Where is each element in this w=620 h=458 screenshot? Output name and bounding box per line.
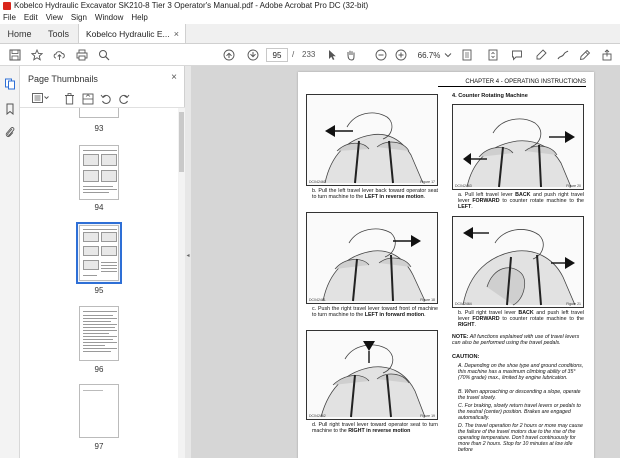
delete-trash-icon[interactable]: [64, 93, 76, 105]
page-separator: /: [292, 50, 295, 59]
print-icon[interactable]: [75, 48, 89, 62]
tab-document-label: Kobelco Hydraulic E...: [86, 28, 170, 39]
figure-21: DC042464 Figure 21: [452, 216, 584, 308]
share-icon[interactable]: [600, 48, 614, 62]
figure-number: Figure 20: [566, 184, 581, 188]
extract-pages-icon[interactable]: [82, 93, 94, 105]
document-viewer[interactable]: CHAPTER 4 - OPERATING INSTRUCTIONS DC042…: [191, 66, 620, 458]
caption-a-counter-rotate: a. Pull left travel lever BACK and push …: [458, 192, 584, 211]
search-icon[interactable]: [97, 48, 111, 62]
save-icon[interactable]: [8, 48, 22, 62]
rotate-clockwise-icon[interactable]: [118, 93, 130, 105]
page-thumbnails-panel: Page Thumbnails × 93 94 95 96 97: [20, 66, 185, 458]
menu-window[interactable]: Window: [95, 13, 123, 22]
thumbnail-label: 94: [94, 203, 104, 212]
window-title: Kobelco Hydraulic Excavator SK210-8 Tier…: [14, 1, 369, 10]
tab-bar: Home Tools Kobelco Hydraulic E... ×: [0, 24, 620, 44]
caption-b: b. Pull the left travel lever back towar…: [312, 188, 438, 201]
sign-icon[interactable]: [578, 48, 592, 62]
chevron-down-icon[interactable]: [444, 48, 452, 62]
figure-code: DC042460: [309, 180, 326, 184]
scroll-mode-icon[interactable]: [486, 48, 500, 62]
caption-c: c. Push the right travel lever toward fr…: [312, 306, 438, 319]
thumbnail-list: 93 94 95 96 97: [20, 108, 178, 458]
thumbnail-options-icon[interactable]: [32, 93, 50, 105]
total-pages: 233: [302, 50, 316, 59]
thumbnail-page-95[interactable]: [79, 225, 119, 281]
panel-title: Page Thumbnails: [28, 74, 98, 84]
caution-item: C. For braking, slowly return travel lev…: [458, 403, 581, 421]
draw-icon[interactable]: [556, 48, 570, 62]
figure-20: DC042463 Figure 20: [452, 104, 584, 190]
caution-item: D. The travel operation for 2 hours or m…: [458, 423, 583, 453]
menu-sign[interactable]: Sign: [71, 13, 87, 22]
attachment-paperclip-icon[interactable]: [4, 126, 16, 138]
bookmark-star-icon[interactable]: [30, 48, 44, 62]
page-number-input[interactable]: 95: [266, 48, 288, 62]
navigation-strip: [0, 66, 20, 458]
thumbnail-label: 96: [94, 365, 104, 374]
caption-b-counter-rotate: b. Pull right travel lever BACK and push…: [458, 310, 584, 329]
comment-icon[interactable]: [510, 48, 524, 62]
thumbnail-label: 93: [94, 124, 104, 133]
tab-document[interactable]: Kobelco Hydraulic E... ×: [78, 24, 186, 43]
chapter-header: CHAPTER 4 - OPERATING INSTRUCTIONS: [438, 79, 586, 87]
figure-code: DC042463: [455, 184, 472, 188]
acrobat-icon: [3, 1, 11, 10]
zoom-out-icon[interactable]: [374, 48, 388, 62]
figure-18: DC042461 Figure 18: [306, 212, 438, 304]
rotate-counterclockwise-icon[interactable]: [100, 93, 112, 105]
select-cursor-icon[interactable]: [326, 48, 338, 62]
close-tab-icon[interactable]: ×: [174, 29, 179, 39]
pdf-page: CHAPTER 4 - OPERATING INSTRUCTIONS DC042…: [298, 72, 594, 458]
figure-19: DC042462 Figure 19: [306, 330, 438, 420]
bookmarks-icon[interactable]: [4, 103, 16, 116]
zoom-level-select[interactable]: 66.7%: [414, 48, 444, 62]
menu-help[interactable]: Help: [131, 13, 147, 22]
note-paragraph: NOTE: All functions explained with use o…: [452, 334, 580, 347]
title-bar: Kobelco Hydraulic Excavator SK210-8 Tier…: [0, 0, 620, 11]
highlight-pen-icon[interactable]: [534, 48, 548, 62]
thumbnail-scrollbar[interactable]: [178, 108, 185, 458]
hand-tool-icon[interactable]: [344, 48, 358, 62]
toolbar: 95 / 233 66.7%: [0, 44, 620, 66]
panel-toolbar: [20, 88, 185, 108]
menu-bar: File Edit View Sign Window Help: [0, 11, 620, 24]
thumbnail-label: 95: [94, 286, 104, 295]
menu-file[interactable]: File: [3, 13, 16, 22]
figure-code: DC042464: [455, 302, 472, 306]
figure-code: DC042461: [309, 298, 326, 302]
thumbnail-label: 97: [94, 442, 104, 451]
thumbnail-page-94[interactable]: [79, 145, 119, 200]
section-heading: 4. Counter Rotating Machine: [452, 93, 528, 99]
figure-17: DC042460 Figure 17: [306, 94, 438, 186]
figure-number: Figure 18: [420, 298, 435, 302]
figure-code: DC042462: [309, 414, 326, 418]
caption-d: d. Pull right travel lever toward operat…: [312, 422, 438, 435]
previous-page-icon[interactable]: [222, 48, 236, 62]
caution-item: A. Depending on the shoe type and ground…: [458, 363, 584, 381]
menu-view[interactable]: View: [46, 13, 63, 22]
page-thumbnails-icon[interactable]: [4, 78, 16, 90]
figure-number: Figure 21: [566, 302, 581, 306]
figure-number: Figure 19: [420, 414, 435, 418]
tab-home[interactable]: Home: [0, 24, 39, 43]
fit-page-icon[interactable]: [460, 48, 474, 62]
thumbnail-page-96[interactable]: [79, 306, 119, 361]
upload-cloud-icon[interactable]: [52, 48, 66, 62]
zoom-in-icon[interactable]: [394, 48, 408, 62]
next-page-icon[interactable]: [246, 48, 260, 62]
thumbnail-page-97[interactable]: [79, 384, 119, 438]
menu-edit[interactable]: Edit: [24, 13, 38, 22]
thumbnail-page-93[interactable]: [79, 108, 119, 118]
tab-tools[interactable]: Tools: [39, 24, 78, 43]
caution-item: B. When approaching or descending a slop…: [458, 389, 581, 401]
close-panel-icon[interactable]: ×: [171, 72, 177, 83]
figure-number: Figure 17: [420, 180, 435, 184]
scrollbar-thumb[interactable]: [179, 112, 184, 172]
caution-heading: CAUTION:: [452, 354, 480, 360]
